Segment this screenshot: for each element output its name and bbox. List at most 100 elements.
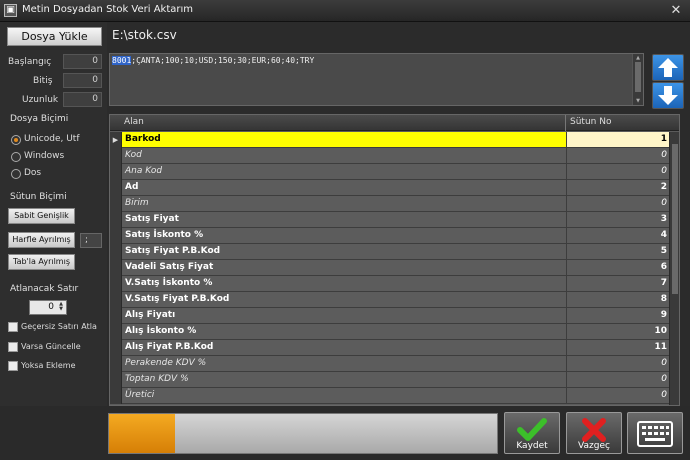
row-indicator[interactable]	[110, 164, 122, 180]
row-indicator[interactable]	[110, 308, 122, 324]
length-input[interactable]: 0	[63, 92, 102, 107]
cell-sutun[interactable]: 9	[566, 308, 670, 323]
row-indicator[interactable]	[110, 292, 122, 308]
cell-alan: Vadeli Satış Fiyat	[125, 262, 214, 272]
radio-unicode[interactable]	[11, 135, 21, 145]
preview-selection: 8001	[112, 56, 132, 65]
file-path: E:\stok.csv	[112, 28, 177, 42]
cell-sutun[interactable]: 6	[566, 260, 670, 275]
row-indicator[interactable]	[110, 276, 122, 292]
cell-sutun[interactable]: 10	[566, 324, 670, 339]
table-row[interactable]: Satış Fiyat P.B.Kod 5	[110, 244, 670, 260]
keyboard-button[interactable]	[627, 412, 683, 454]
keyboard-icon	[637, 421, 673, 447]
row-indicator[interactable]	[110, 340, 122, 356]
cell-sutun[interactable]: 5	[566, 244, 670, 259]
row-indicator[interactable]: ▶	[110, 132, 122, 148]
char-separated-button[interactable]: Harfle Ayrılmış	[8, 232, 75, 248]
cell-sutun[interactable]: 7	[566, 276, 670, 291]
cell-alan: Üretici	[125, 390, 155, 400]
table-row[interactable]: V.Satış İskonto % 7	[110, 276, 670, 292]
window-icon: ▣	[4, 4, 17, 17]
table-row[interactable]: Ad 2	[110, 180, 670, 196]
row-indicator[interactable]	[110, 324, 122, 340]
grid-scrollbar[interactable]	[669, 132, 679, 405]
mapping-grid: Alan Sütun No ▶ Barkod 1 Kod 0 Ana Kod 0 Ad 2 Bir…	[109, 114, 680, 406]
row-indicator[interactable]	[110, 148, 122, 164]
start-input[interactable]: 0	[63, 54, 102, 69]
fixed-width-button[interactable]: Sabit Genişlik	[8, 208, 75, 224]
cell-sutun[interactable]: 3	[566, 212, 670, 227]
separator-input[interactable]: ;	[80, 233, 102, 248]
table-row[interactable]: Alış Fiyat P.B.Kod 11	[110, 340, 670, 356]
length-label: Uzunluk	[22, 95, 59, 105]
preview-scrollbar[interactable]: ▲ ▼	[632, 54, 643, 105]
cell-sutun[interactable]: 4	[566, 228, 670, 243]
move-up-button[interactable]	[652, 54, 684, 81]
cell-sutun[interactable]: 0	[566, 148, 670, 163]
cell-sutun[interactable]: 0	[566, 164, 670, 179]
spin-arrows-icon[interactable]: ▲ ▼	[57, 302, 65, 313]
table-row[interactable]: ▶ Barkod 1	[110, 132, 670, 148]
cell-sutun[interactable]: 2	[566, 180, 670, 195]
skip-invalid-checkbox[interactable]	[8, 322, 18, 332]
window-title: Metin Dosyadan Stok Veri Aktarım	[22, 4, 194, 15]
preview-textarea[interactable]: 8001;ÇANTA;100;10;USD;150;30;EUR;60;40;T…	[109, 53, 644, 106]
scroll-down-icon[interactable]: ▼	[633, 97, 643, 105]
close-icon[interactable]: ✕	[668, 3, 684, 19]
table-row[interactable]: Satış Fiyat 3	[110, 212, 670, 228]
cell-alan: Barkod	[125, 134, 161, 144]
load-file-button[interactable]: Dosya Yükle	[7, 27, 102, 46]
end-input[interactable]: 0	[63, 73, 102, 88]
row-indicator[interactable]	[110, 260, 122, 276]
row-indicator[interactable]	[110, 372, 122, 388]
row-indicator[interactable]	[110, 196, 122, 212]
table-row[interactable]: Üretici 0	[110, 388, 670, 404]
cell-sutun[interactable]: 0	[566, 372, 670, 387]
start-label: Başlangıç	[8, 57, 52, 67]
cell-alan: Ad	[125, 182, 139, 192]
radio-dos[interactable]	[11, 169, 21, 179]
add-if-missing-checkbox[interactable]	[8, 361, 18, 371]
table-row[interactable]: Kod 0	[110, 148, 670, 164]
table-row[interactable]: Satış İskonto % 4	[110, 228, 670, 244]
table-row[interactable]: V.Satış Fiyat P.B.Kod 8	[110, 292, 670, 308]
cancel-button[interactable]: Vazgeç	[566, 412, 622, 454]
cell-sutun[interactable]: 11	[566, 340, 670, 355]
cell-sutun[interactable]: 0	[566, 356, 670, 371]
grid-rows: ▶ Barkod 1 Kod 0 Ana Kod 0 Ad 2 Birim 0 Satış Fiyat…	[110, 132, 670, 404]
checkmark-icon	[517, 418, 547, 441]
skip-rows-title: Atlanacak Satır	[10, 284, 79, 294]
cell-sutun[interactable]: 8	[566, 292, 670, 307]
row-indicator[interactable]	[110, 228, 122, 244]
table-row[interactable]: Ana Kod 0	[110, 164, 670, 180]
table-row[interactable]: Vadeli Satış Fiyat 6	[110, 260, 670, 276]
row-indicator[interactable]	[110, 180, 122, 196]
move-down-button[interactable]	[652, 82, 684, 109]
header-sutun[interactable]: Sütun No	[570, 117, 611, 127]
progress-fill	[109, 414, 175, 453]
cell-sutun[interactable]: 0	[566, 388, 670, 403]
grid-header: Alan Sütun No	[110, 115, 679, 131]
save-button[interactable]: Kaydet	[504, 412, 560, 454]
scroll-up-icon[interactable]: ▲	[633, 54, 643, 62]
skip-rows-stepper[interactable]: 0 ▲ ▼	[29, 300, 67, 315]
table-row[interactable]: Perakende KDV % 0	[110, 356, 670, 372]
update-if-exists-checkbox[interactable]	[8, 342, 18, 352]
cell-alan: V.Satış İskonto %	[125, 278, 213, 288]
row-indicator[interactable]	[110, 212, 122, 228]
row-indicator[interactable]	[110, 244, 122, 260]
table-row[interactable]: Birim 0	[110, 196, 670, 212]
row-indicator[interactable]	[110, 388, 122, 404]
table-row[interactable]: Alış İskonto % 10	[110, 324, 670, 340]
tab-separated-button[interactable]: Tab'la Ayrılmış	[8, 254, 75, 270]
grid-scroll-thumb[interactable]	[672, 144, 678, 294]
table-row[interactable]: Toptan KDV % 0	[110, 372, 670, 388]
cell-sutun[interactable]: 1	[566, 132, 670, 147]
table-row[interactable]: Alış Fiyatı 9	[110, 308, 670, 324]
cell-sutun[interactable]: 0	[566, 196, 670, 211]
row-indicator[interactable]	[110, 356, 122, 372]
radio-windows[interactable]	[11, 152, 21, 162]
scroll-thumb[interactable]	[635, 62, 641, 92]
header-alan[interactable]: Alan	[124, 117, 144, 127]
